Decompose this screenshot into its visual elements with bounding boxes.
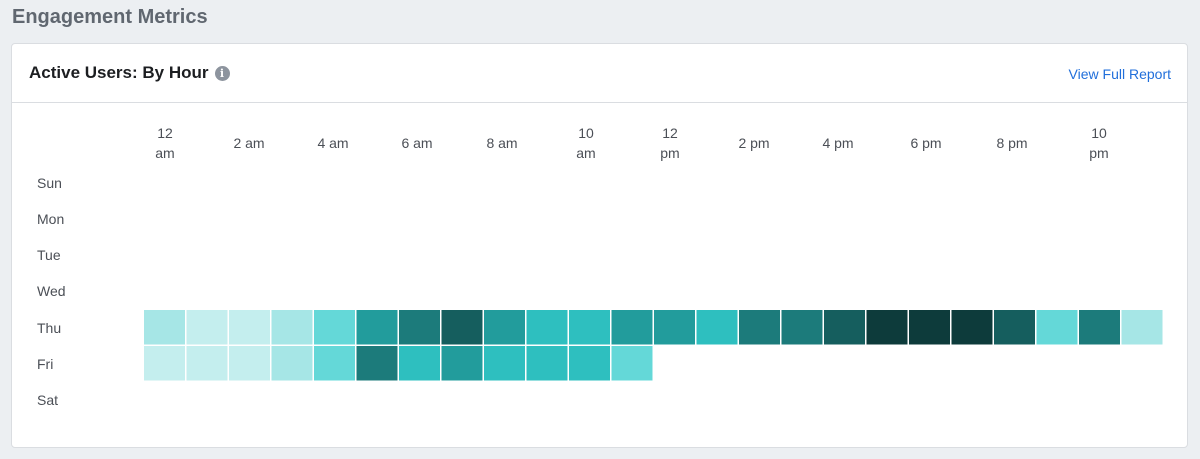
heatmap-cell[interactable] — [994, 310, 1035, 345]
hour-label: 2 pm — [738, 135, 769, 151]
day-label: Wed — [37, 283, 66, 299]
day-label: Tue — [37, 247, 61, 263]
heatmap-cell[interactable] — [781, 310, 823, 345]
heatmap-cell[interactable] — [1036, 310, 1078, 345]
heatmap-cell[interactable] — [569, 346, 610, 381]
day-label: Fri — [37, 356, 53, 372]
heatmap-cell[interactable] — [654, 310, 695, 345]
heatmap-cell[interactable] — [696, 310, 738, 345]
heatmap-cell[interactable] — [866, 310, 908, 345]
heatmap-cell[interactable] — [951, 310, 993, 345]
day-label: Sun — [37, 175, 62, 191]
heatmap-cell[interactable] — [144, 346, 185, 381]
heatmap-cell[interactable] — [356, 310, 398, 345]
heatmap-cell[interactable] — [144, 310, 185, 345]
heatmap-cell[interactable] — [611, 310, 653, 345]
heatmap-cell[interactable] — [526, 346, 568, 381]
heatmap-cell[interactable] — [1079, 310, 1120, 345]
hour-label: 6 am — [401, 135, 432, 151]
heatmap-cell[interactable] — [526, 310, 568, 345]
hour-label: 10 am — [576, 125, 595, 161]
heatmap-cell[interactable] — [484, 346, 525, 381]
day-label: Sat — [37, 392, 58, 408]
heatmap-cell[interactable] — [739, 310, 780, 345]
hour-label: 4 pm — [822, 135, 853, 151]
hour-label: 12 am — [155, 125, 174, 161]
heatmap-cell[interactable] — [611, 346, 653, 381]
heatmap-cell[interactable] — [824, 310, 865, 345]
heatmap-cell[interactable] — [186, 310, 228, 345]
heatmap-cell[interactable] — [399, 346, 440, 381]
page-title: Engagement Metrics — [12, 6, 208, 28]
heatmap-cell[interactable] — [356, 346, 398, 381]
heatmap-cell[interactable] — [186, 346, 228, 381]
heatmap-cell[interactable] — [314, 310, 355, 345]
heatmap-cell[interactable] — [271, 346, 313, 381]
heatmap-cell[interactable] — [1121, 310, 1163, 345]
hour-label: 12 pm — [660, 125, 679, 161]
heatmap-cell[interactable] — [909, 310, 950, 345]
day-label: Thu — [37, 320, 61, 336]
hour-label: 4 am — [317, 135, 348, 151]
hour-label: 2 am — [233, 135, 264, 151]
heatmap-cell[interactable] — [229, 310, 270, 345]
heatmap-cell[interactable] — [399, 310, 440, 345]
hour-label: 8 am — [486, 135, 517, 151]
heatmap-cell[interactable] — [441, 310, 483, 345]
day-label: Mon — [37, 211, 64, 227]
heatmap-cell[interactable] — [441, 346, 483, 381]
heatmap-cell[interactable] — [271, 310, 313, 345]
hour-label: 10 pm — [1089, 125, 1108, 161]
heatmap-cell[interactable] — [569, 310, 610, 345]
hour-label: 8 pm — [996, 135, 1027, 151]
heatmap-cell[interactable] — [484, 310, 525, 345]
active-users-heatmap: 12 am 2 am 4 am 6 am 8 am 10 am 12 pm 2 pm 4 pm 6 pm… — [37, 125, 1163, 408]
heatmap-cell[interactable] — [314, 346, 355, 381]
heatmap-cell[interactable] — [229, 346, 270, 381]
active-users-card: Active Users: By Hour i View Full Report… — [11, 43, 1188, 448]
hour-label: 6 pm — [910, 135, 941, 151]
